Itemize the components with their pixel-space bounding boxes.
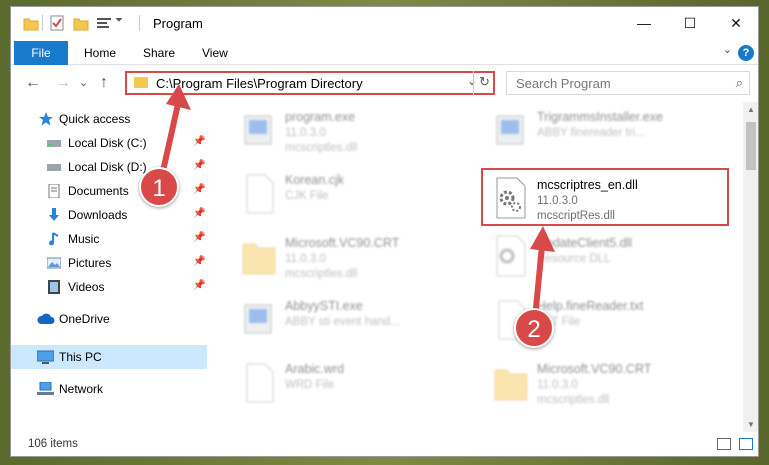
- arrow-2-head: [530, 226, 555, 252]
- arrow-1-head: [166, 84, 191, 110]
- step-badge-1: 1: [139, 167, 179, 207]
- annotation-arrows: [158, 84, 555, 321]
- step-badge-2: 2: [514, 308, 554, 348]
